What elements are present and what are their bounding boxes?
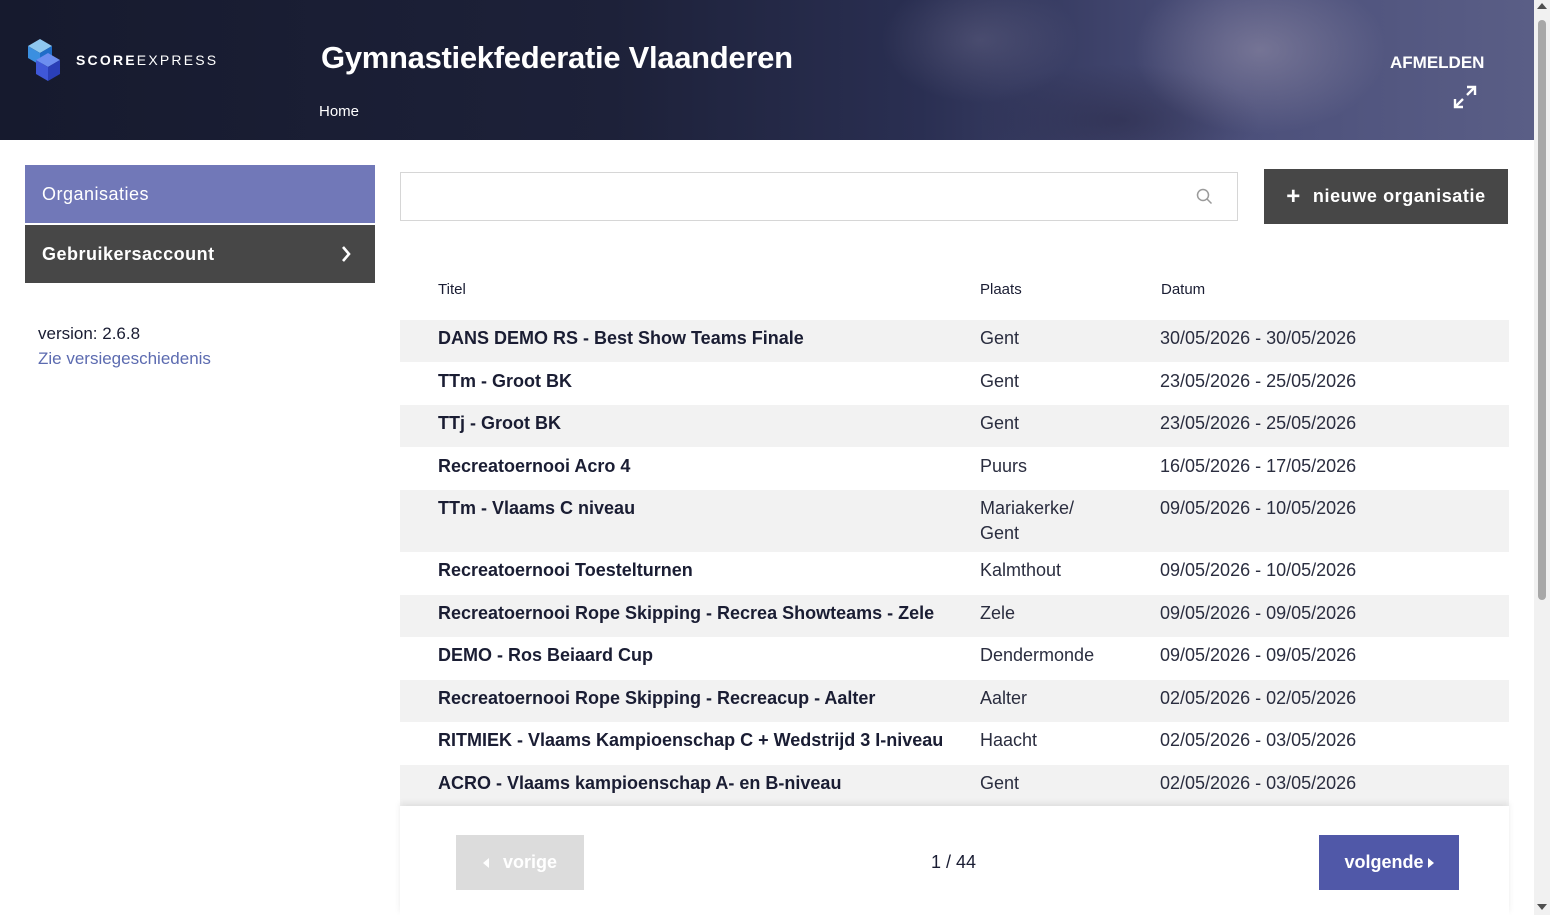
row-date: 09/05/2026 - 09/05/2026: [1160, 603, 1357, 623]
row-place: Gent: [980, 371, 1020, 391]
table-row[interactable]: Recreatoernooi Acro 4 Puurs 16/05/2026 -…: [400, 447, 1509, 490]
row-title[interactable]: DANS DEMO RS - Best Show Teams Finale: [438, 326, 804, 351]
table-row[interactable]: Recreatoernooi Rope Skipping - Recrea Sh…: [400, 595, 1509, 637]
scroll-up-arrow-icon[interactable]: [1537, 3, 1547, 9]
row-date: 02/05/2026 - 03/05/2026: [1160, 773, 1357, 793]
row-date: 16/05/2026 - 17/05/2026: [1160, 456, 1357, 476]
row-date: 02/05/2026 - 02/05/2026: [1160, 688, 1357, 708]
search-input[interactable]: [401, 173, 1177, 220]
table-row[interactable]: DEMO - Ros Beiaard Cup Dendermonde 09/05…: [400, 637, 1509, 680]
row-date: 30/05/2026 - 30/05/2026: [1160, 328, 1357, 348]
row-date: 09/05/2026 - 09/05/2026: [1160, 645, 1357, 665]
row-title[interactable]: TTm - Vlaams C niveau: [438, 496, 635, 521]
row-place: Haacht: [980, 730, 1038, 750]
scrollbar-thumb[interactable]: [1538, 20, 1546, 600]
table-row[interactable]: TTj - Groot BK Gent 23/05/2026 - 25/05/2…: [400, 405, 1509, 447]
row-date: 09/05/2026 - 10/05/2026: [1160, 498, 1357, 518]
row-place: Kalmthout: [980, 560, 1062, 580]
sidebar-item-organisaties[interactable]: Organisaties: [25, 165, 375, 223]
row-date: 09/05/2026 - 10/05/2026: [1160, 560, 1357, 580]
breadcrumb-home[interactable]: Home: [319, 103, 359, 120]
row-title[interactable]: Recreatoernooi Toestelturnen: [438, 558, 693, 583]
row-place: Zele: [980, 603, 1016, 623]
chevron-right-icon: [342, 246, 351, 262]
previous-page-button[interactable]: vorige: [456, 835, 584, 890]
sidebar-item-label: Organisaties: [42, 183, 150, 204]
row-title[interactable]: TTm - Groot BK: [438, 369, 572, 394]
column-header-plaats[interactable]: Plaats: [980, 281, 1022, 298]
next-page-button[interactable]: volgende: [1319, 835, 1459, 890]
row-title[interactable]: Recreatoernooi Acro 4: [438, 454, 630, 479]
row-title[interactable]: ACRO - Vlaams kampioenschap A- en B-nive…: [438, 771, 841, 796]
row-title[interactable]: TTj - Groot BK: [438, 411, 561, 436]
new-organisation-label: nieuwe organisatie: [1312, 186, 1486, 206]
logo-wordmark: SCOREEXPRESS: [76, 52, 219, 68]
sidebar-item-label: Gebruikersaccount: [42, 243, 215, 264]
previous-page-label: vorige: [502, 852, 558, 872]
search-box[interactable]: [400, 172, 1238, 221]
new-organisation-button[interactable]: + nieuwe organisatie: [1264, 169, 1508, 224]
row-date: 02/05/2026 - 03/05/2026: [1160, 730, 1357, 750]
row-title[interactable]: DEMO - Ros Beiaard Cup: [438, 643, 653, 668]
table-row[interactable]: TTm - Groot BK Gent 23/05/2026 - 25/05/2…: [400, 362, 1509, 405]
page-scrollbar[interactable]: [1534, 0, 1550, 915]
row-title[interactable]: RITMIEK - Vlaams Kampioenschap C + Wedst…: [438, 728, 943, 753]
row-place: Dendermonde: [980, 645, 1095, 665]
table-row[interactable]: DANS DEMO RS - Best Show Teams Finale Ge…: [400, 320, 1509, 362]
table-row[interactable]: TTm - Vlaams C niveau Mariakerke/ Gent 0…: [400, 490, 1509, 552]
plus-icon: +: [1286, 182, 1301, 210]
table-row[interactable]: ACRO - Vlaams kampioenschap A- en B-nive…: [400, 765, 1509, 807]
search-icon[interactable]: [1196, 188, 1213, 205]
version-label: version: 2.6.8: [38, 324, 141, 343]
row-date: 23/05/2026 - 25/05/2026: [1160, 413, 1357, 433]
row-place: Mariakerke/ Gent: [980, 498, 1075, 543]
column-header-titel[interactable]: Titel: [438, 281, 466, 298]
row-place: Puurs: [980, 456, 1028, 476]
row-title[interactable]: Recreatoernooi Rope Skipping - Recrea Sh…: [438, 601, 934, 626]
chevron-left-icon: [482, 857, 489, 868]
next-page-label: volgende: [1344, 852, 1424, 872]
row-date: 23/05/2026 - 25/05/2026: [1160, 371, 1357, 391]
app-header: SCOREEXPRESS Gymnastiekfederatie Vlaande…: [0, 0, 1534, 140]
version-history-link[interactable]: Zie versiegeschiedenis: [38, 349, 211, 369]
table-row[interactable]: Recreatoernooi Rope Skipping - Recreacup…: [400, 680, 1509, 722]
table-row[interactable]: RITMIEK - Vlaams Kampioenschap C + Wedst…: [400, 722, 1509, 765]
row-title[interactable]: Recreatoernooi Rope Skipping - Recreacup…: [438, 686, 875, 711]
row-place: Gent: [980, 413, 1020, 433]
row-place: Aalter: [980, 688, 1028, 708]
page-title: Gymnastiekfederatie Vlaanderen: [321, 40, 793, 75]
scoreexpress-logo-icon[interactable]: [24, 36, 64, 84]
logout-button[interactable]: AFMELDEN: [1390, 53, 1484, 73]
row-place: Gent: [980, 328, 1020, 348]
sidebar-item-gebruikersaccount[interactable]: Gebruikersaccount: [25, 225, 375, 283]
chevron-right-icon: [1427, 857, 1434, 868]
row-place: Gent: [980, 773, 1020, 793]
column-header-datum[interactable]: Datum: [1161, 281, 1205, 298]
table-row[interactable]: Recreatoernooi Toestelturnen Kalmthout 0…: [400, 552, 1509, 595]
scroll-down-arrow-icon[interactable]: [1537, 904, 1547, 910]
page-indicator: 1 / 44: [931, 852, 977, 872]
expand-icon[interactable]: [1452, 84, 1478, 110]
